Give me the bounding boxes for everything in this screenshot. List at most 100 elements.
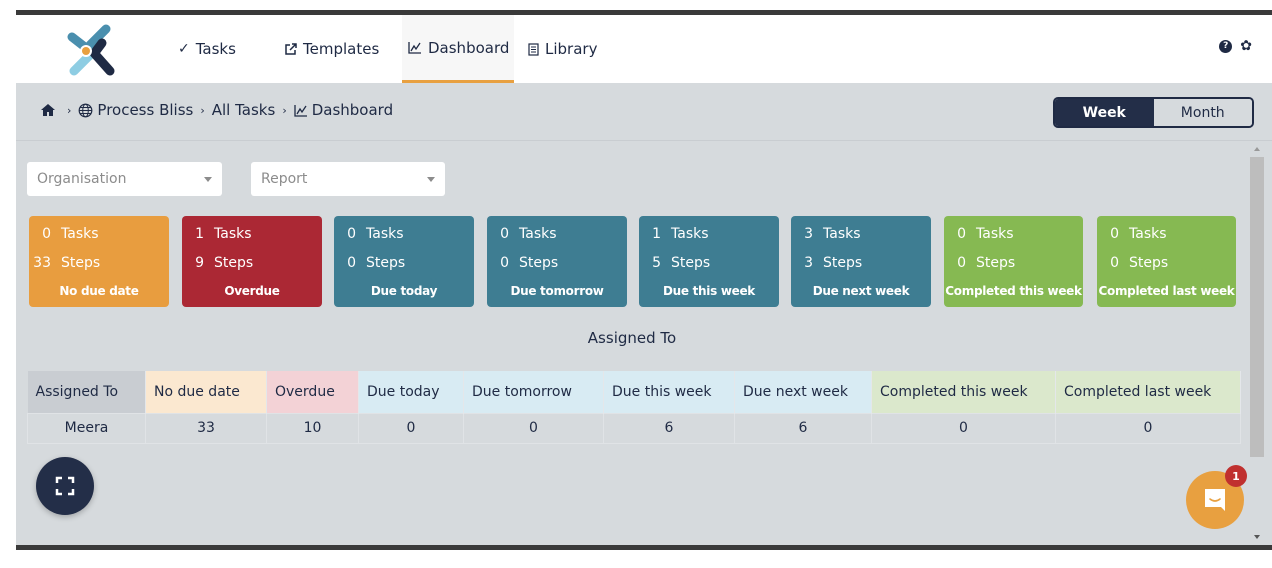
scroll-down-arrow-icon[interactable] <box>1254 535 1260 539</box>
nav-tab-tasks[interactable]: ✓ Tasks <box>172 15 242 83</box>
breadcrumb-separator: › <box>200 103 205 117</box>
card-steps-count: 0 <box>1110 255 1119 271</box>
column-header[interactable]: Due next week <box>734 371 872 413</box>
column-header[interactable]: No due date <box>145 371 267 413</box>
assignee-cell: Meera <box>27 412 146 444</box>
card-steps-unit: Steps <box>823 255 863 271</box>
card-tasks-row: 0 Tasks <box>487 226 556 242</box>
summary-card[interactable]: 0 Tasks 0 Steps Completed last week <box>1097 216 1236 307</box>
card-label: Completed last week <box>1098 284 1235 298</box>
card-steps-unit: Steps <box>519 255 559 271</box>
summary-card[interactable]: 0 Tasks 0 Steps Due today <box>334 216 474 307</box>
card-steps-count: 9 <box>195 255 204 271</box>
card-steps-unit: Steps <box>976 255 1016 271</box>
breadcrumb-separator: › <box>67 103 72 117</box>
help-icon[interactable]: ? <box>1219 39 1233 53</box>
card-label: No due date <box>59 284 139 298</box>
card-tasks-row: 0 Tasks <box>29 226 99 242</box>
check-icon: ✓ <box>178 41 190 57</box>
summary-card[interactable]: 3 Tasks 3 Steps Due next week <box>791 216 931 307</box>
count-cell[interactable]: 0 <box>871 412 1056 444</box>
nav-tab-templates[interactable]: Templates <box>278 15 385 83</box>
column-header[interactable]: Completed this week <box>871 371 1056 413</box>
count-cell[interactable]: 6 <box>734 412 872 444</box>
summary-card[interactable]: 0 Tasks 0 Steps Due tomorrow <box>487 216 627 307</box>
card-steps-unit: Steps <box>1129 255 1169 271</box>
document-icon <box>528 42 539 56</box>
count-cell[interactable]: 10 <box>266 412 359 444</box>
card-steps-row: 0 Steps <box>1097 255 1168 271</box>
breadcrumb-all-tasks[interactable]: All Tasks <box>212 101 276 119</box>
card-tasks-count: 0 <box>347 226 356 242</box>
breadcrumb: › Process Bliss › All Tasks › Dashboard <box>40 101 393 119</box>
gear-icon[interactable]: ✿ <box>1240 39 1252 53</box>
card-tasks-row: 1 Tasks <box>639 226 708 242</box>
count-cell[interactable]: 0 <box>1055 412 1241 444</box>
card-tasks-row: 1 Tasks <box>182 226 251 242</box>
vertical-scrollbar[interactable] <box>1249 141 1266 545</box>
summary-card[interactable]: 0 Tasks 0 Steps Completed this week <box>944 216 1083 307</box>
card-label: Due next week <box>812 284 910 298</box>
breadcrumb-dashboard: Dashboard <box>311 101 394 119</box>
scroll-thumb[interactable] <box>1250 157 1264 457</box>
column-header[interactable]: Due this week <box>603 371 735 413</box>
count-cell[interactable]: 33 <box>145 412 267 444</box>
breadcrumb-organisation[interactable]: Process Bliss <box>97 101 193 119</box>
column-header[interactable]: Assigned To <box>27 371 146 413</box>
nav-tab-library[interactable]: Library <box>522 15 603 83</box>
card-tasks-row: 0 Tasks <box>1097 226 1167 242</box>
card-tasks-unit: Tasks <box>61 226 99 242</box>
card-steps-count: 0 <box>500 255 509 271</box>
card-steps-unit: Steps <box>61 255 101 271</box>
assigned-table-title: Assigned To <box>587 329 677 347</box>
card-tasks-count: 0 <box>500 226 509 242</box>
card-tasks-row: 3 Tasks <box>791 226 861 242</box>
app-window: ✓ Tasks Templates Dashboard Library ? ✿ <box>16 15 1272 545</box>
report-select[interactable]: Report <box>251 162 445 196</box>
column-header[interactable]: Due today <box>358 371 464 413</box>
window-bottom-border <box>16 545 1272 550</box>
card-tasks-count: 1 <box>195 226 204 242</box>
card-tasks-unit: Tasks <box>976 226 1014 242</box>
count-cell[interactable]: 0 <box>463 412 604 444</box>
chat-icon <box>1205 489 1225 511</box>
external-link-icon <box>284 42 297 56</box>
card-steps-unit: Steps <box>214 255 254 271</box>
card-tasks-unit: Tasks <box>1129 226 1167 242</box>
chat-notification-badge: 1 <box>1225 465 1247 487</box>
fullscreen-button[interactable] <box>36 457 94 515</box>
card-steps-row: 9 Steps <box>182 255 253 271</box>
chevron-down-icon <box>204 177 212 182</box>
nav-tab-dashboard[interactable]: Dashboard <box>402 15 514 83</box>
chevron-down-icon <box>427 177 435 182</box>
column-header[interactable]: Completed last week <box>1055 371 1241 413</box>
summary-card[interactable]: 0 Tasks 33 Steps No due date <box>29 216 169 307</box>
scroll-up-arrow-icon[interactable] <box>1254 147 1260 151</box>
card-tasks-unit: Tasks <box>823 226 861 242</box>
card-tasks-count: 3 <box>804 226 813 242</box>
month-toggle-button[interactable]: Month <box>1153 99 1252 126</box>
card-steps-count: 5 <box>652 255 661 271</box>
week-toggle-button[interactable]: Week <box>1055 99 1154 126</box>
count-cell[interactable]: 0 <box>358 412 464 444</box>
fullscreen-icon <box>55 476 75 496</box>
breadcrumb-bar: › Process Bliss › All Tasks › Dashboard … <box>16 83 1272 141</box>
organisation-select[interactable]: Organisation <box>27 162 222 196</box>
nav-tab-label: Templates <box>303 40 380 58</box>
card-label: Completed this week <box>945 284 1082 298</box>
card-tasks-row: 0 Tasks <box>334 226 404 242</box>
summary-card[interactable]: 1 Tasks 9 Steps Overdue <box>182 216 322 307</box>
column-header[interactable]: Due tomorrow <box>463 371 604 413</box>
summary-card[interactable]: 1 Tasks 5 Steps Due this week <box>639 216 779 307</box>
column-header[interactable]: Overdue <box>266 371 359 413</box>
count-cell[interactable]: 6 <box>603 412 735 444</box>
card-steps-unit: Steps <box>366 255 406 271</box>
card-steps-count: 33 <box>33 255 51 271</box>
card-label: Due today <box>370 284 438 298</box>
home-icon[interactable] <box>40 103 56 117</box>
line-chart-icon <box>408 41 422 54</box>
card-steps-row: 0 Steps <box>334 255 405 271</box>
card-tasks-unit: Tasks <box>366 226 404 242</box>
breadcrumb-separator: › <box>282 103 287 117</box>
process-bliss-logo[interactable] <box>56 21 122 77</box>
